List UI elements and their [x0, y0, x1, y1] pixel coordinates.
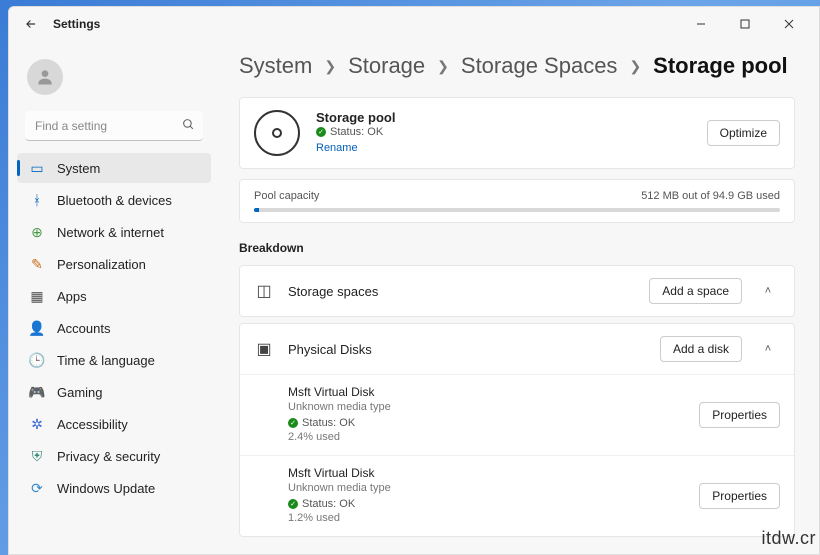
rename-link[interactable]: Rename	[316, 142, 358, 154]
disk-name: Msft Virtual Disk	[288, 385, 699, 399]
sidebar-item-label: Gaming	[57, 385, 103, 400]
chevron-up-icon[interactable]: ˄	[756, 285, 780, 297]
minimize-button[interactable]	[681, 10, 721, 38]
breadcrumb-storage[interactable]: Storage	[348, 53, 425, 79]
chevron-right-icon: ❯	[437, 58, 449, 75]
accessibility-icon: ✲	[29, 416, 45, 432]
sidebar-item-label: Privacy & security	[57, 449, 160, 464]
disk-properties-button[interactable]: Properties	[699, 483, 780, 509]
sidebar-item-update[interactable]: ⟳ Windows Update	[17, 473, 211, 503]
pool-header-card: Storage pool ✓ Status: OK Rename Optimiz…	[239, 97, 795, 169]
disk-name: Msft Virtual Disk	[288, 466, 699, 480]
status-ok-icon: ✓	[316, 127, 326, 137]
sidebar-item-label: Personalization	[57, 257, 146, 272]
close-button[interactable]	[769, 10, 809, 38]
sidebar-item-accessibility[interactable]: ✲ Accessibility	[17, 409, 211, 439]
capacity-card: Pool capacity 512 MB out of 94.9 GB used	[239, 179, 795, 223]
sidebar-item-label: Network & internet	[57, 225, 164, 240]
breadcrumb-system[interactable]: System	[239, 53, 312, 79]
watermark-text: itdw.cr	[761, 528, 816, 549]
chevron-right-icon: ❯	[629, 58, 641, 75]
storage-pool-icon	[254, 110, 300, 156]
disk-status: ✓Status: OK	[288, 417, 699, 429]
sidebar: ▭ System ᚼ Bluetooth & devices ⊕ Network & …	[9, 41, 219, 554]
system-icon: ▭	[29, 160, 45, 176]
chevron-right-icon: ❯	[324, 58, 336, 75]
page-title: Storage pool	[653, 53, 787, 79]
back-button[interactable]	[19, 12, 43, 36]
pool-status: ✓ Status: OK	[316, 126, 707, 138]
add-space-button[interactable]: Add a space	[649, 278, 742, 304]
storage-spaces-icon: ◫	[254, 281, 274, 301]
maximize-button[interactable]	[725, 10, 765, 38]
sidebar-item-label: System	[57, 161, 100, 176]
sidebar-item-accounts[interactable]: 👤 Accounts	[17, 313, 211, 343]
capacity-label: Pool capacity	[254, 190, 319, 202]
disk-used: 2.4% used	[288, 429, 699, 446]
user-avatar[interactable]	[27, 59, 63, 95]
main-content: System ❯ Storage ❯ Storage Spaces ❯ Stor…	[219, 41, 819, 554]
sidebar-item-label: Windows Update	[57, 481, 155, 496]
breadcrumb-storage-spaces[interactable]: Storage Spaces	[461, 53, 618, 79]
sidebar-item-label: Apps	[57, 289, 87, 304]
status-ok-icon: ✓	[288, 418, 298, 428]
storage-spaces-title: Storage spaces	[288, 284, 635, 299]
capacity-used-text: 512 MB out of 94.9 GB used	[641, 190, 780, 202]
disk-status: ✓Status: OK	[288, 498, 699, 510]
sidebar-item-system[interactable]: ▭ System	[17, 153, 211, 183]
time-icon: 🕒	[29, 352, 45, 368]
bluetooth-icon: ᚼ	[29, 192, 45, 208]
sidebar-item-privacy[interactable]: ⛨ Privacy & security	[17, 441, 211, 471]
sidebar-item-personalization[interactable]: ✎ Personalization	[17, 249, 211, 279]
accounts-icon: 👤	[29, 320, 45, 336]
chevron-up-icon[interactable]: ˄	[756, 343, 780, 355]
settings-window: Settings ▭ System ᚼ Bluetooth & devices ⊕ N…	[8, 6, 820, 555]
update-icon: ⟳	[29, 480, 45, 496]
network-icon: ⊕	[29, 224, 45, 240]
capacity-bar	[254, 208, 780, 212]
personalization-icon: ✎	[29, 256, 45, 272]
sidebar-item-time[interactable]: 🕒 Time & language	[17, 345, 211, 375]
sidebar-item-label: Time & language	[57, 353, 155, 368]
sidebar-item-label: Bluetooth & devices	[57, 193, 172, 208]
nav-list: ▭ System ᚼ Bluetooth & devices ⊕ Network & …	[17, 153, 211, 503]
status-text: Status: OK	[330, 126, 383, 138]
sidebar-item-apps[interactable]: ▦ Apps	[17, 281, 211, 311]
disk-media: Unknown media type	[288, 399, 699, 416]
disk-icon: ▣	[254, 339, 274, 359]
gaming-icon: 🎮	[29, 384, 45, 400]
privacy-icon: ⛨	[29, 448, 45, 464]
breakdown-label: Breakdown	[239, 241, 795, 255]
sidebar-item-gaming[interactable]: 🎮 Gaming	[17, 377, 211, 407]
disk-properties-button[interactable]: Properties	[699, 402, 780, 428]
disk-row: Msft Virtual Disk Unknown media type ✓St…	[240, 374, 794, 455]
disk-media: Unknown media type	[288, 480, 699, 497]
pool-name: Storage pool	[316, 110, 707, 125]
add-disk-button[interactable]: Add a disk	[660, 336, 742, 362]
titlebar: Settings	[9, 7, 819, 41]
storage-spaces-card: ◫ Storage spaces Add a space ˄	[239, 265, 795, 317]
window-title: Settings	[53, 17, 100, 31]
sidebar-item-bluetooth[interactable]: ᚼ Bluetooth & devices	[17, 185, 211, 215]
window-controls	[681, 10, 809, 38]
disk-used: 1.2% used	[288, 510, 699, 527]
physical-disks-title: Physical Disks	[288, 342, 646, 357]
status-ok-icon: ✓	[288, 499, 298, 509]
search-input[interactable]	[25, 111, 203, 141]
sidebar-item-label: Accessibility	[57, 417, 128, 432]
optimize-button[interactable]: Optimize	[707, 120, 780, 146]
apps-icon: ▦	[29, 288, 45, 304]
search-box[interactable]	[25, 111, 203, 141]
get-help-link[interactable]: ❔ Get help	[239, 543, 795, 554]
disk-row: Msft Virtual Disk Unknown media type ✓St…	[240, 455, 794, 536]
sidebar-item-network[interactable]: ⊕ Network & internet	[17, 217, 211, 247]
sidebar-item-label: Accounts	[57, 321, 110, 336]
physical-disks-card: ▣ Physical Disks Add a disk ˄ Msft Virtu…	[239, 323, 795, 537]
search-icon	[182, 118, 195, 136]
breadcrumb: System ❯ Storage ❯ Storage Spaces ❯ Stor…	[239, 53, 795, 79]
